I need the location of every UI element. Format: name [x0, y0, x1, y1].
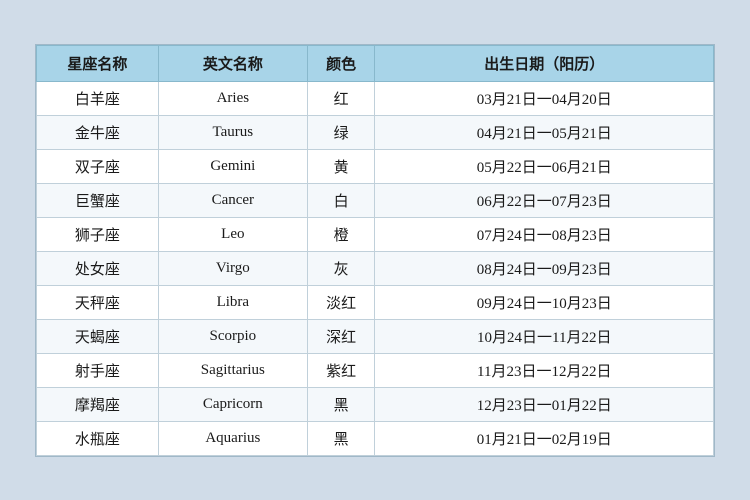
cell-en-name: Sagittarius	[158, 353, 307, 387]
zodiac-table: 星座名称 英文名称 颜色 出生日期（阳历） 白羊座Aries红03月21日一04…	[36, 45, 714, 456]
cell-color: 橙	[307, 217, 375, 251]
table-row: 摩羯座Capricorn黑12月23日一01月22日	[37, 387, 714, 421]
cell-date: 05月22日一06月21日	[375, 149, 714, 183]
cell-date: 06月22日一07月23日	[375, 183, 714, 217]
table-header-row: 星座名称 英文名称 颜色 出生日期（阳历）	[37, 45, 714, 81]
cell-date: 03月21日一04月20日	[375, 81, 714, 115]
cell-zh-name: 双子座	[37, 149, 159, 183]
cell-color: 淡红	[307, 285, 375, 319]
cell-zh-name: 水瓶座	[37, 421, 159, 455]
cell-zh-name: 天秤座	[37, 285, 159, 319]
cell-en-name: Leo	[158, 217, 307, 251]
cell-en-name: Gemini	[158, 149, 307, 183]
cell-en-name: Virgo	[158, 251, 307, 285]
header-date: 出生日期（阳历）	[375, 45, 714, 81]
table-row: 白羊座Aries红03月21日一04月20日	[37, 81, 714, 115]
cell-en-name: Capricorn	[158, 387, 307, 421]
cell-date: 01月21日一02月19日	[375, 421, 714, 455]
cell-en-name: Aquarius	[158, 421, 307, 455]
cell-date: 12月23日一01月22日	[375, 387, 714, 421]
table-row: 天蝎座Scorpio深红10月24日一11月22日	[37, 319, 714, 353]
table-row: 金牛座Taurus绿04月21日一05月21日	[37, 115, 714, 149]
table-row: 射手座Sagittarius紫红11月23日一12月22日	[37, 353, 714, 387]
cell-color: 红	[307, 81, 375, 115]
cell-zh-name: 射手座	[37, 353, 159, 387]
header-en-name: 英文名称	[158, 45, 307, 81]
zodiac-table-container: 星座名称 英文名称 颜色 出生日期（阳历） 白羊座Aries红03月21日一04…	[35, 44, 715, 457]
cell-zh-name: 金牛座	[37, 115, 159, 149]
cell-color: 白	[307, 183, 375, 217]
cell-date: 11月23日一12月22日	[375, 353, 714, 387]
cell-date: 04月21日一05月21日	[375, 115, 714, 149]
cell-color: 黄	[307, 149, 375, 183]
cell-zh-name: 白羊座	[37, 81, 159, 115]
cell-date: 10月24日一11月22日	[375, 319, 714, 353]
cell-color: 黑	[307, 387, 375, 421]
cell-date: 07月24日一08月23日	[375, 217, 714, 251]
cell-zh-name: 处女座	[37, 251, 159, 285]
cell-en-name: Libra	[158, 285, 307, 319]
cell-date: 09月24日一10月23日	[375, 285, 714, 319]
cell-color: 黑	[307, 421, 375, 455]
cell-en-name: Aries	[158, 81, 307, 115]
cell-zh-name: 摩羯座	[37, 387, 159, 421]
cell-color: 绿	[307, 115, 375, 149]
cell-en-name: Scorpio	[158, 319, 307, 353]
table-row: 处女座Virgo灰08月24日一09月23日	[37, 251, 714, 285]
table-row: 水瓶座Aquarius黑01月21日一02月19日	[37, 421, 714, 455]
cell-date: 08月24日一09月23日	[375, 251, 714, 285]
cell-color: 灰	[307, 251, 375, 285]
header-color: 颜色	[307, 45, 375, 81]
cell-color: 紫红	[307, 353, 375, 387]
header-zh-name: 星座名称	[37, 45, 159, 81]
cell-en-name: Cancer	[158, 183, 307, 217]
table-body: 白羊座Aries红03月21日一04月20日金牛座Taurus绿04月21日一0…	[37, 81, 714, 455]
table-row: 天秤座Libra淡红09月24日一10月23日	[37, 285, 714, 319]
cell-en-name: Taurus	[158, 115, 307, 149]
table-row: 巨蟹座Cancer白06月22日一07月23日	[37, 183, 714, 217]
cell-zh-name: 巨蟹座	[37, 183, 159, 217]
cell-color: 深红	[307, 319, 375, 353]
table-row: 狮子座Leo橙07月24日一08月23日	[37, 217, 714, 251]
table-row: 双子座Gemini黄05月22日一06月21日	[37, 149, 714, 183]
cell-zh-name: 天蝎座	[37, 319, 159, 353]
cell-zh-name: 狮子座	[37, 217, 159, 251]
